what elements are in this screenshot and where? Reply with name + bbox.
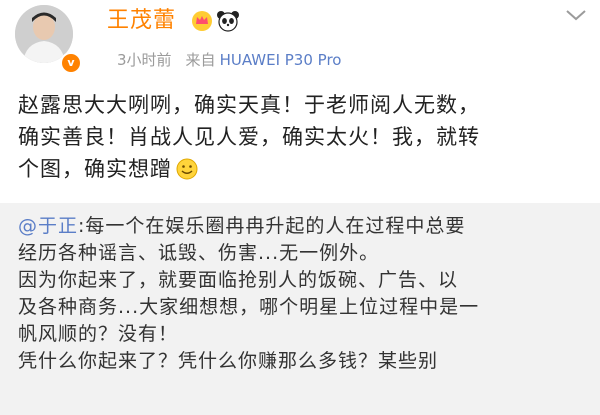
post-body: 赵露思大大咧咧，确实天真！于老师阅人无数， 确实善良！肖战人见人爱，确实太火！我… (18, 89, 578, 185)
chevron-down-icon[interactable] (565, 8, 587, 22)
quote-line: 凭什么你起来了？凭什么你赚那么多钱？某些别 (18, 350, 439, 372)
post-meta: 3小时前 来自 HUAWEI P30 Pro (117, 49, 341, 71)
quote-line: 及各种商务...大家细想想，哪个明星上位过程中是一 (18, 296, 480, 318)
mention-link[interactable]: @于正 (18, 215, 78, 237)
quote-body: @于正:每一个在娱乐圈冉冉升起的人在过程中总要 经历各种谣言、诋毁、伤害...无… (18, 213, 588, 375)
post-time: 3小时前 (117, 51, 172, 69)
crown-icon (192, 11, 212, 31)
quote-line: @于正:每一个在娱乐圈冉冉升起的人在过程中总要 (18, 213, 588, 240)
quote-line-text: :每一个在娱乐圈冉冉升起的人在过程中总要 (78, 215, 466, 237)
post-header: v 王茂蕾 3小时前 来自 HUAWEI P30 Pro (0, 0, 600, 82)
post-body-line: 确实善良！肖战人见人爱，确实太火！我，就转 (18, 125, 480, 149)
reposted-quote[interactable]: @于正:每一个在娱乐圈冉冉升起的人在过程中总要 经历各种谣言、诋毁、伤害...无… (0, 203, 600, 415)
panda-icon (217, 11, 239, 32)
quote-line: 因为你起来了，就要面临抢别人的饭碗、广告、以 (18, 269, 459, 291)
quote-line: 帆风顺的？没有！ (18, 323, 179, 345)
verified-badge-icon: v (60, 52, 82, 74)
smile-icon (176, 158, 198, 180)
post-body-line: 个图，确实想蹭 (18, 153, 578, 185)
quote-line: 经历各种谣言、诋毁、伤害...无一例外。 (18, 242, 380, 264)
source-prefix: 来自 (185, 51, 216, 69)
post-body-line-text: 个图，确实想蹭 (18, 157, 172, 181)
device-link[interactable]: HUAWEI P30 Pro (220, 51, 342, 69)
post-body-line: 赵露思大大咧咧，确实天真！于老师阅人无数， (18, 93, 480, 117)
author-name[interactable]: 王茂蕾 (107, 6, 176, 36)
